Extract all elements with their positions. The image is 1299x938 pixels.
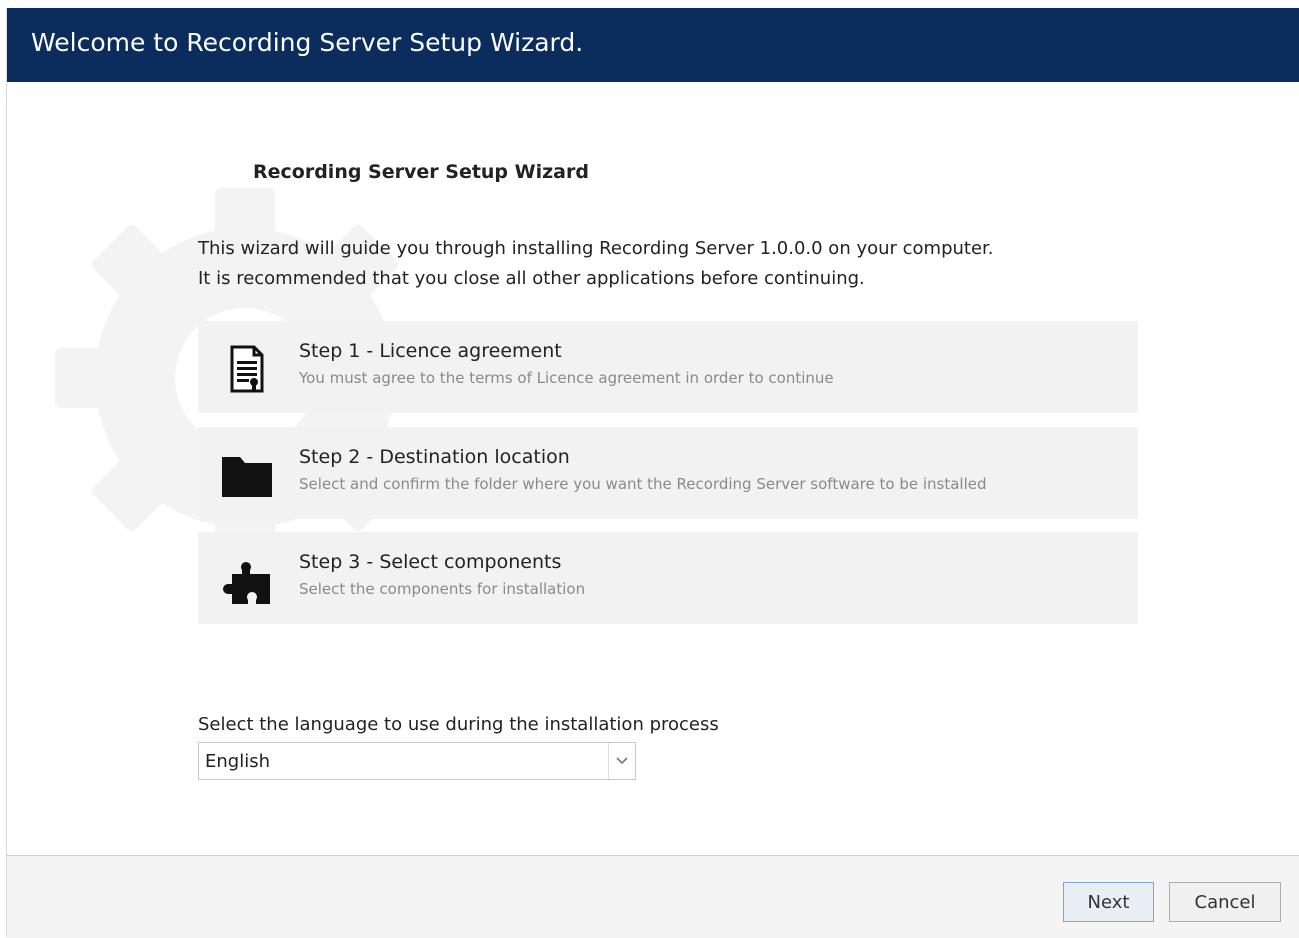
dropdown-arrow-button[interactable] [608, 743, 635, 779]
language-selected-value: English [205, 751, 270, 772]
step-title: Step 1 - Licence agreement [299, 340, 562, 362]
step-destination-location: Step 2 - Destination location Select and… [198, 427, 1138, 519]
intro-text: This wizard will guide you through insta… [198, 234, 994, 294]
step-description: You must agree to the terms of Licence a… [299, 369, 834, 387]
cancel-button[interactable]: Cancel [1169, 882, 1281, 922]
next-button[interactable]: Next [1063, 882, 1154, 922]
step-description: Select and confirm the folder where you … [299, 475, 987, 493]
wizard-heading: Recording Server Setup Wizard [253, 161, 589, 183]
step-description: Select the components for installation [299, 580, 586, 598]
step-select-components: Step 3 - Select components Select the co… [198, 532, 1138, 624]
title-bar: Welcome to Recording Server Setup Wizard… [7, 8, 1299, 82]
folder-icon [222, 457, 272, 497]
step-title: Step 3 - Select components [299, 551, 562, 573]
document-icon [230, 345, 264, 393]
language-label: Select the language to use during the in… [198, 714, 719, 735]
setup-wizard-window: Welcome to Recording Server Setup Wizard… [6, 8, 1299, 938]
language-select[interactable]: English [198, 742, 636, 780]
intro-line: It is recommended that you close all oth… [198, 268, 865, 289]
window-title: Welcome to Recording Server Setup Wizard… [31, 28, 584, 57]
step-title: Step 2 - Destination location [299, 446, 570, 468]
chevron-down-icon [616, 757, 628, 765]
puzzle-icon [223, 562, 270, 604]
step-licence-agreement: Step 1 - Licence agreement You must agre… [198, 321, 1138, 413]
intro-line: This wizard will guide you through insta… [198, 238, 994, 259]
footer-bar: Next Cancel [7, 855, 1299, 938]
